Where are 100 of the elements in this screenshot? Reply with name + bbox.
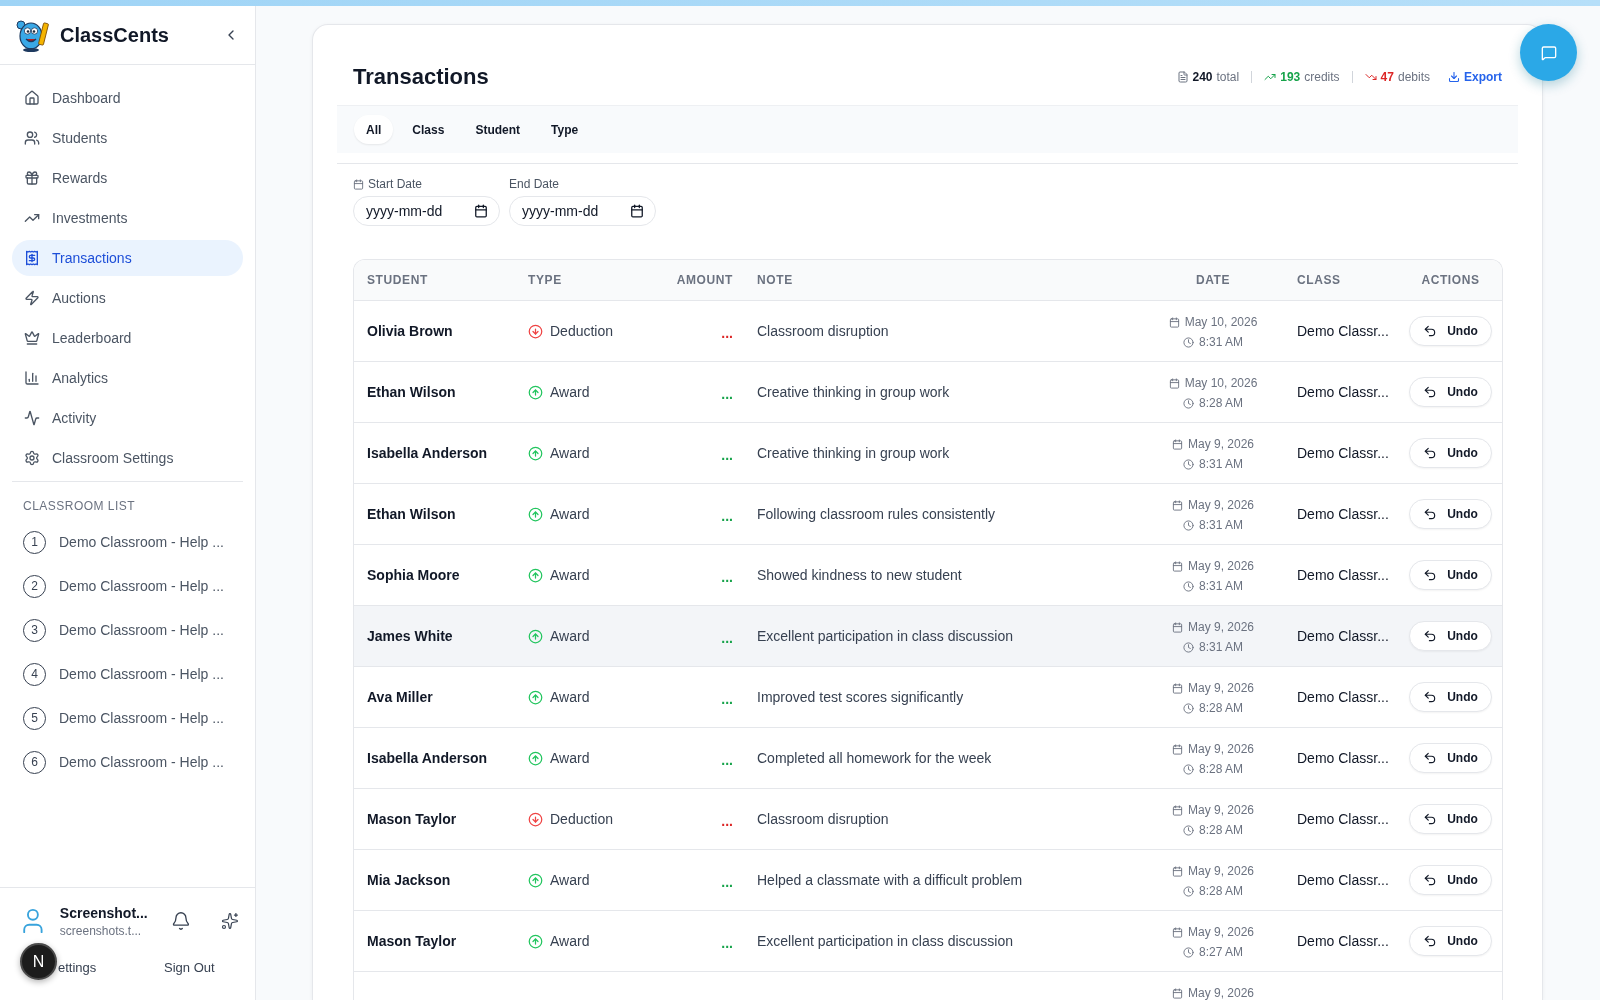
type-label: Award — [550, 872, 590, 888]
nav-item[interactable]: Transactions — [12, 240, 243, 276]
time-text: 8:28 AM — [1199, 701, 1243, 715]
amount-text: ... — [721, 508, 733, 524]
calendar-icon — [1171, 560, 1183, 572]
nav-item[interactable]: Students — [12, 120, 243, 156]
nav-item[interactable]: Dashboard — [12, 80, 243, 116]
student-name: Sophia Moore — [366, 567, 460, 583]
classroom-link[interactable]: Demo Classroom - Help ... — [59, 710, 224, 726]
undo-button[interactable]: Undo — [1409, 499, 1492, 529]
date-field[interactable]: yyyy-mm-dd — [353, 196, 500, 226]
time-text: 8:28 AM — [1199, 396, 1243, 410]
export-button[interactable]: Export — [1448, 70, 1502, 84]
amount-text: ... — [721, 874, 733, 890]
arrow-up-circle-icon — [528, 689, 543, 705]
date-text: May 9, 2026 — [1187, 681, 1254, 695]
undo-button[interactable]: Undo — [1409, 621, 1492, 651]
undo-button[interactable]: Undo — [1409, 804, 1492, 834]
class-name: Demo Classr... — [1296, 933, 1389, 949]
amount-text: ... — [721, 447, 733, 463]
arrow-up-circle-icon — [528, 872, 543, 888]
calendar-icon — [1171, 621, 1183, 633]
column-header: STUDENT — [366, 273, 429, 287]
filter-tab[interactable]: Class — [400, 115, 457, 144]
calendar-icon — [1171, 682, 1183, 694]
classroom-link[interactable]: Demo Classroom - Help ... — [59, 578, 224, 594]
message-icon — [1540, 44, 1557, 61]
calendar-icon — [1171, 804, 1183, 816]
calendar-icon — [1171, 865, 1183, 877]
bell-icon[interactable] — [171, 911, 192, 931]
filter-tab[interactable]: Student — [463, 115, 533, 144]
undo-arrow-icon — [1423, 446, 1438, 460]
nav-item[interactable]: Auctions — [12, 280, 243, 316]
time-text: 8:31 AM — [1199, 518, 1243, 532]
undo-arrow-icon — [1423, 934, 1438, 948]
section-heading: CLASSROOM LIST — [22, 498, 137, 513]
student-name: Mason Taylor — [366, 811, 457, 827]
arrow-up-circle-icon — [528, 750, 543, 766]
calendar-icon — [1171, 987, 1183, 999]
arrow-up-circle-icon — [528, 933, 543, 949]
filter-tab[interactable]: Type — [539, 115, 591, 144]
student-name: Ethan Wilson — [366, 506, 456, 522]
classroom-link[interactable]: Demo Classroom - Help ... — [59, 754, 224, 770]
class-name: Demo Classr... — [1296, 811, 1389, 827]
type-label: Award — [550, 628, 590, 644]
class-name: Demo Classr... — [1296, 323, 1389, 339]
nav-item[interactable]: Investments — [12, 200, 243, 236]
student-name: James White — [366, 628, 453, 644]
nav-item[interactable]: Activity — [12, 400, 243, 436]
undo-button[interactable]: Undo — [1409, 377, 1492, 407]
calendar-icon — [1171, 926, 1183, 938]
classroom-link[interactable]: Demo Classroom - Help ... — [59, 534, 224, 550]
amount-text: ... — [721, 813, 733, 829]
date-text: May 9, 2026 — [1187, 986, 1254, 1000]
note-text: Excellent participation in class discussion — [756, 628, 1013, 644]
arrow-up-circle-icon — [528, 567, 543, 583]
time-text: 8:28 AM — [1199, 762, 1243, 776]
undo-button[interactable]: Undo — [1409, 865, 1492, 895]
note-text: Following classroom rules consistently — [756, 506, 996, 522]
nav-item[interactable]: Classroom Settings — [12, 440, 243, 476]
amount-text: ... — [721, 630, 733, 646]
amount-text: ... — [721, 935, 733, 951]
undo-button[interactable]: Undo — [1409, 438, 1492, 468]
crown-icon — [24, 330, 40, 346]
trending-up-icon — [1264, 71, 1277, 83]
sign-out-link[interactable]: Sign Out — [164, 959, 215, 975]
undo-button[interactable]: Undo — [1409, 682, 1492, 712]
student-name: Mason Taylor — [366, 933, 457, 949]
user-email: screenshots.t... — [59, 923, 143, 938]
amount-text: ... — [721, 386, 733, 402]
date-field[interactable]: yyyy-mm-dd — [509, 196, 656, 226]
clock-icon — [1183, 336, 1194, 348]
column-header: AMOUNT — [675, 273, 734, 287]
column-header: TYPE — [527, 273, 563, 287]
clock-icon — [1183, 580, 1194, 592]
class-name: Demo Classr... — [1296, 628, 1389, 644]
sparkle-icon[interactable] — [221, 912, 239, 930]
undo-button[interactable]: Undo — [1409, 316, 1492, 346]
clock-icon — [1183, 702, 1194, 714]
class-name: Demo Classr... — [1296, 872, 1389, 888]
filter-tab[interactable]: All — [354, 115, 394, 144]
undo-arrow-icon — [1423, 690, 1438, 704]
receipt-icon — [24, 250, 40, 266]
settings-link[interactable]: ettings — [58, 959, 97, 975]
clock-icon — [1183, 641, 1194, 653]
user-name: Screenshot... — [59, 904, 149, 921]
document-icon — [1176, 71, 1189, 83]
note-text: Showed kindness to new student — [756, 567, 962, 583]
undo-arrow-icon — [1423, 568, 1438, 582]
undo-button[interactable]: Undo — [1409, 926, 1492, 956]
nav-item[interactable]: Rewards — [12, 160, 243, 196]
nav-item[interactable]: Analytics — [12, 360, 243, 396]
classroom-link[interactable]: Demo Classroom - Help ... — [59, 622, 224, 638]
undo-button[interactable]: Undo — [1409, 560, 1492, 590]
student-name: Ethan Wilson — [366, 384, 456, 400]
calendar-icon — [353, 178, 364, 190]
date-text: May 9, 2026 — [1187, 498, 1254, 512]
nav-item[interactable]: Leaderboard — [12, 320, 243, 356]
classroom-link[interactable]: Demo Classroom - Help ... — [59, 666, 224, 682]
undo-button[interactable]: Undo — [1409, 743, 1492, 773]
